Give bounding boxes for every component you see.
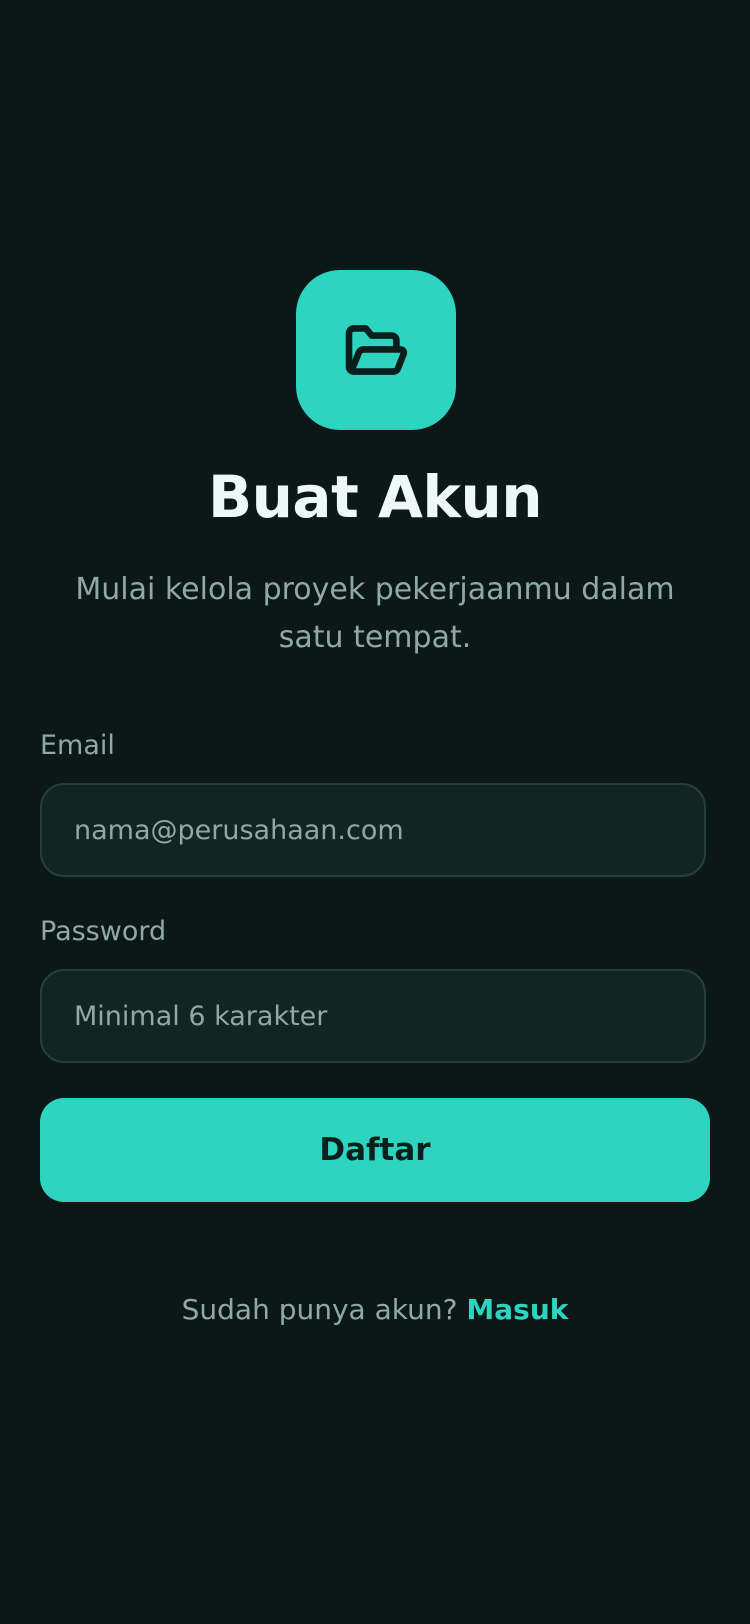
password-field-container bbox=[40, 969, 706, 1063]
password-field[interactable] bbox=[42, 971, 704, 1061]
login-prompt-text: Sudah punya akun? bbox=[181, 1293, 458, 1326]
app-logo bbox=[296, 270, 456, 430]
register-button[interactable]: Daftar bbox=[40, 1098, 710, 1202]
email-field[interactable] bbox=[42, 785, 704, 875]
page-subtitle: Mulai kelola proyek pekerjaanmu dalam sa… bbox=[75, 572, 675, 655]
signup-screen: Buat Akun Mulai kelola proyek pekerjaanm… bbox=[0, 0, 750, 1624]
page-title: Buat Akun bbox=[207, 463, 543, 531]
password-label: Password bbox=[40, 916, 167, 947]
login-link[interactable]: Masuk bbox=[466, 1293, 568, 1326]
login-prompt: Sudah punya akun? Masuk bbox=[0, 1290, 750, 1330]
email-field-container bbox=[40, 783, 706, 877]
email-label: Email bbox=[40, 730, 115, 761]
folder-open-icon bbox=[345, 325, 408, 375]
